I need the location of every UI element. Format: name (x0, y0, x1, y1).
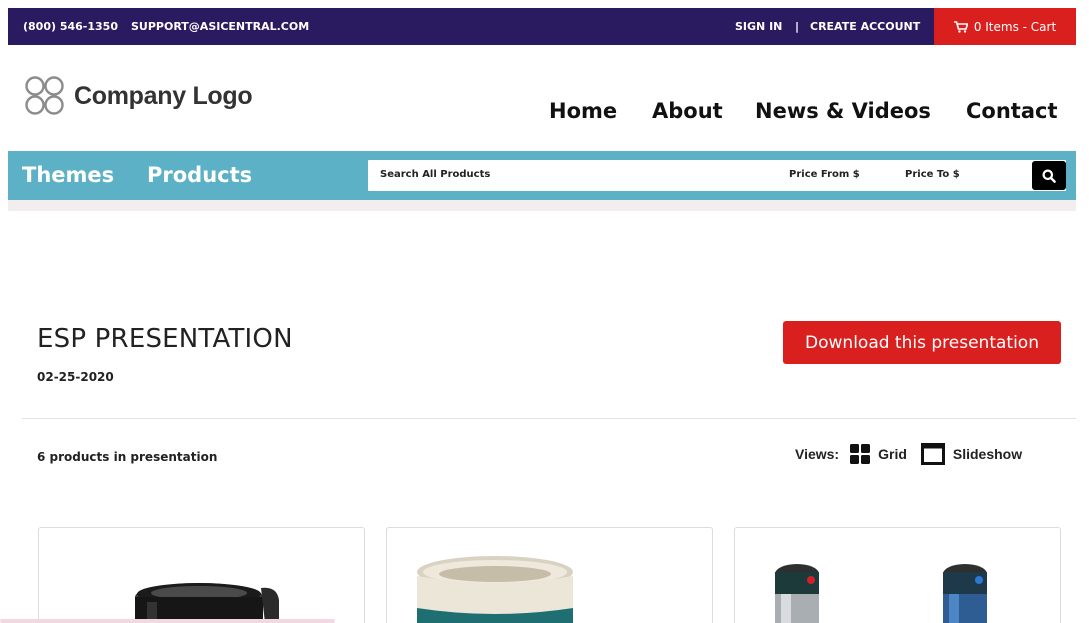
slideshow-view-label: Slideshow (952, 446, 1023, 462)
cart-label: 0 Items - Cart (973, 19, 1057, 34)
logo-circles-icon (25, 76, 64, 115)
create-account-link[interactable]: CREATE ACCOUNT (810, 20, 920, 33)
nav-home[interactable]: Home (549, 99, 617, 123)
category-products[interactable]: Products (147, 163, 252, 187)
logo-text: Company Logo (74, 81, 253, 110)
two-steel-tumblers-image (775, 564, 987, 623)
category-bar-shadow (8, 200, 1076, 211)
grid-view-label: Grid (878, 446, 907, 462)
cream-teal-tumbler-image (417, 556, 573, 623)
page-title: ESP PRESENTATION (37, 324, 293, 354)
price-from-input[interactable]: Price From $ (789, 169, 860, 180)
search-button[interactable] (1032, 161, 1066, 190)
slideshow-view-button[interactable]: Slideshow (920, 443, 1023, 465)
nav-news-videos[interactable]: News & Videos (755, 99, 931, 123)
grid-icon (850, 444, 871, 464)
sign-in-link[interactable]: SIGN IN (735, 20, 782, 33)
views-label: Views: (795, 446, 840, 462)
search-input[interactable]: Search All Products (380, 169, 490, 180)
slideshow-icon (920, 443, 945, 465)
phone-number[interactable]: (800) 546-1350 (23, 20, 118, 33)
company-logo[interactable]: Company Logo (25, 76, 253, 116)
product-count: 6 products in presentation (37, 450, 218, 464)
view-switcher: Views: Grid Slideshow (795, 443, 1022, 465)
separator: | (795, 20, 800, 33)
horizontal-scrollbar[interactable] (0, 619, 335, 623)
divider (22, 418, 1076, 419)
top-utility-bar: (800) 546-1350 SUPPORT@ASICENTRAL.COM SI… (8, 8, 1076, 45)
search-box: Search All Products Price From $ Price T… (368, 160, 1066, 191)
black-travel-mug-image (135, 583, 279, 623)
price-to-input[interactable]: Price To $ (905, 169, 960, 180)
cart-button[interactable]: 0 Items - Cart (934, 8, 1076, 45)
grid-view-button[interactable]: Grid (850, 444, 907, 464)
search-icon (1042, 169, 1056, 183)
nav-about[interactable]: About (652, 99, 723, 123)
presentation-date: 02-25-2020 (37, 370, 114, 384)
support-email-link[interactable]: SUPPORT@ASICENTRAL.COM (131, 20, 309, 33)
product-card[interactable] (386, 527, 713, 623)
cart-icon (953, 20, 968, 33)
nav-contact[interactable]: Contact (966, 99, 1058, 123)
product-card[interactable] (734, 527, 1061, 623)
product-card[interactable] (38, 527, 365, 623)
category-themes[interactable]: Themes (22, 163, 114, 187)
download-presentation-button[interactable]: Download this presentation (783, 321, 1061, 364)
